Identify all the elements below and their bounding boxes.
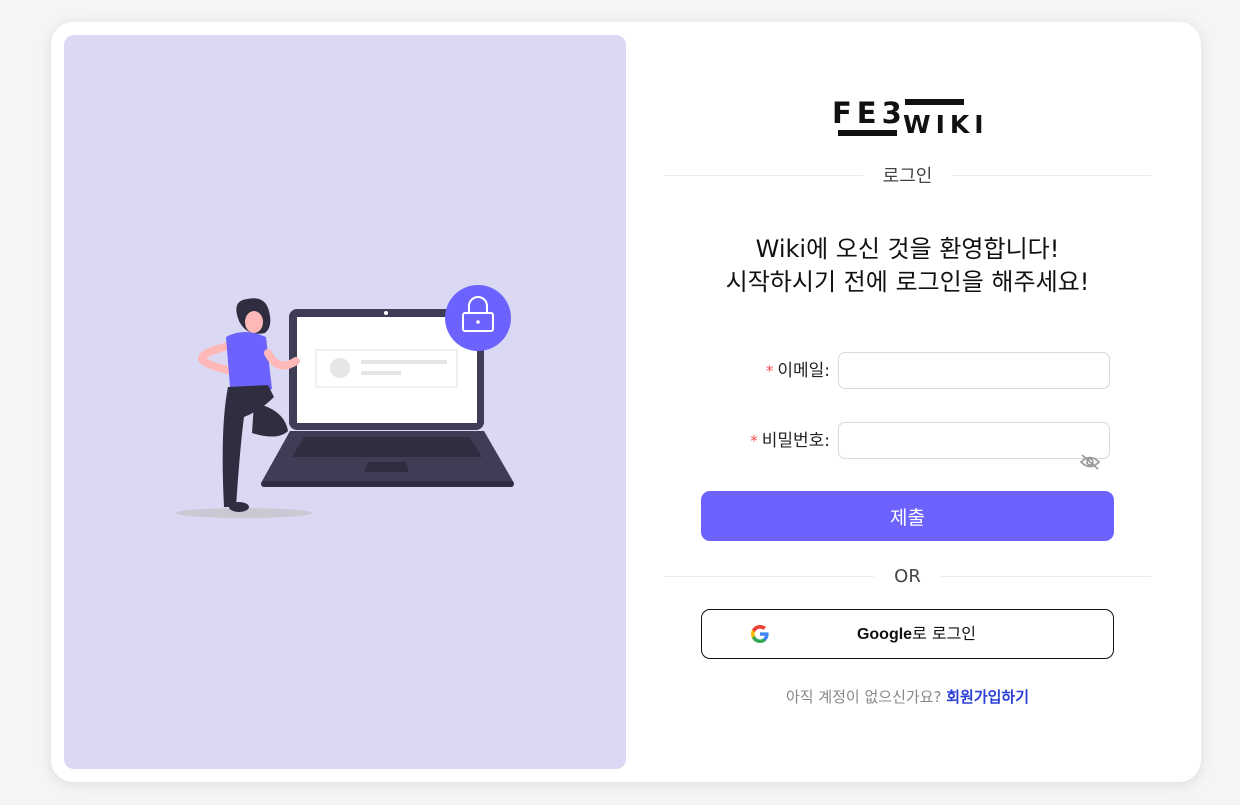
svg-text:FE3: FE3 <box>832 96 907 130</box>
google-login-label: Google로 로그인 <box>702 610 1115 658</box>
login-title: 로그인 <box>882 166 933 187</box>
signup-link[interactable]: 회원가입하기 <box>946 688 1029 706</box>
welcome-message: Wiki에 오신 것을 환영합니다! 시작하시기 전에 로그인을 해주세요! <box>664 233 1151 299</box>
email-label: * 이메일: <box>765 361 830 381</box>
google-brand-text: Google <box>856 626 913 643</box>
signup-question: 아직 계정이 없으신가요? <box>785 688 942 706</box>
login-title-divider: 로그인 <box>664 163 1151 187</box>
required-mark: * <box>765 362 774 380</box>
illustration-panel <box>64 35 626 769</box>
fe3-wiki-logo: FE3 WIKI <box>832 96 984 138</box>
submit-button[interactable]: 제출 <box>701 491 1114 541</box>
password-input[interactable] <box>838 422 1110 459</box>
login-card: FE3 WIKI 로그인 Wiki에 오신 것을 환영합니다! 시작하시기 전에… <box>51 22 1201 782</box>
welcome-line-1: Wiki에 오신 것을 환영합니다! <box>755 235 1060 263</box>
eye-invisible-icon[interactable] <box>1079 453 1101 471</box>
login-form-panel: FE3 WIKI 로그인 Wiki에 오신 것을 환영합니다! 시작하시기 전에… <box>664 22 1151 782</box>
google-login-button[interactable]: Google로 로그인 <box>701 609 1114 659</box>
email-input[interactable] <box>838 352 1110 389</box>
or-text: OR <box>894 565 921 587</box>
google-suffix-text: 로 로그인 <box>912 624 977 643</box>
password-label: * 비밀번호: <box>750 431 830 451</box>
signup-prompt: 아직 계정이 없으신가요? 회원가입하기 <box>664 686 1151 707</box>
welcome-line-2: 시작하시기 전에 로그인을 해주세요! <box>725 268 1090 296</box>
or-divider: OR <box>664 564 1151 588</box>
svg-text:WIKI: WIKI <box>903 110 984 138</box>
login-illustration <box>176 285 514 518</box>
required-mark: * <box>750 432 758 450</box>
